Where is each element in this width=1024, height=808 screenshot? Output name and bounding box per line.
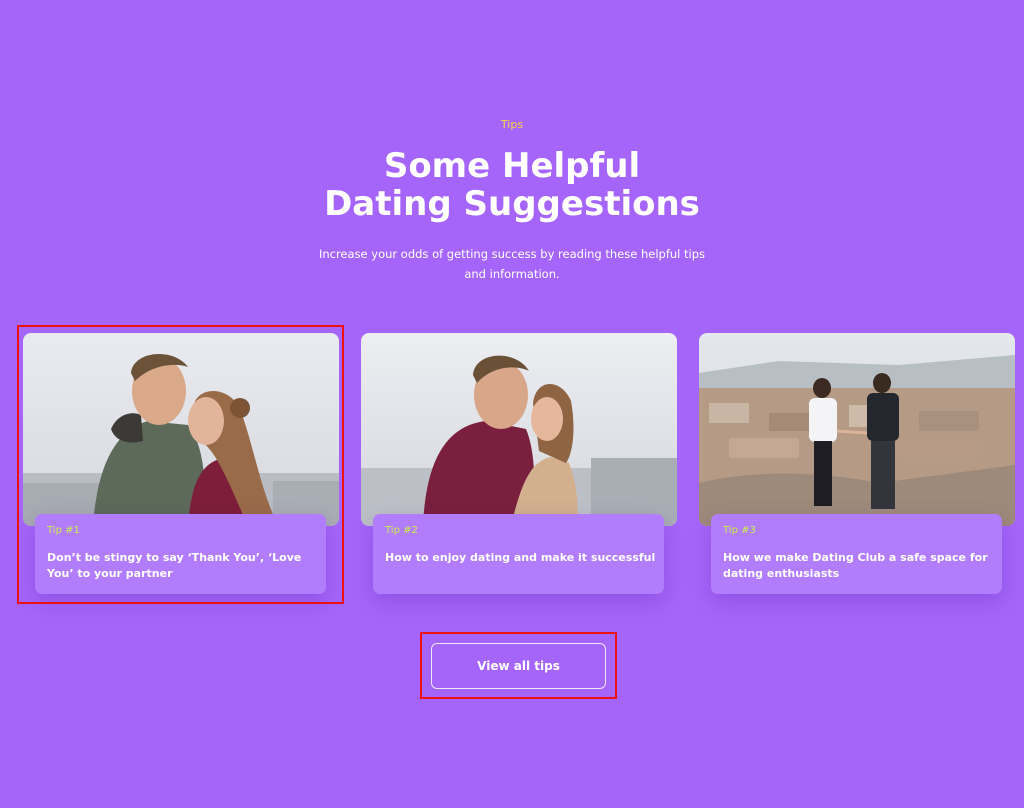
tip-1-photo	[23, 333, 339, 526]
tip-2-title[interactable]: How to enjoy dating and make it successf…	[385, 550, 657, 566]
tip-1-title[interactable]: Don’t be stingy to say ‘Thank You’, ‘Lov…	[47, 550, 319, 582]
tip-card-2[interactable]: Tip #2 How to enjoy dating and make it s…	[361, 333, 677, 598]
tip-1-number: Tip #1	[47, 525, 80, 536]
tip-1-info: Tip #1 Don’t be stingy to say ‘Thank You…	[35, 514, 326, 594]
tip-card-3[interactable]: Tip #3 How we make Dating Club a safe sp…	[699, 333, 1015, 598]
view-all-tips-button[interactable]: View all tips	[431, 643, 606, 689]
section-eyebrow: Tips	[500, 118, 524, 131]
tip-3-title[interactable]: How we make Dating Club a safe space for…	[723, 550, 995, 582]
tip-3-photo	[699, 333, 1015, 526]
tip-3-info: Tip #3 How we make Dating Club a safe sp…	[711, 514, 1002, 594]
section-title-line-2: Dating Suggestions	[324, 184, 700, 224]
section-subtitle: Increase your odds of getting success by…	[318, 247, 706, 281]
tip-2-info: Tip #2 How to enjoy dating and make it s…	[373, 514, 664, 594]
section-title: Some Helpful Dating Suggestions	[0, 147, 1024, 223]
tip-2-number: Tip #2	[385, 525, 418, 536]
tip-3-number: Tip #3	[723, 525, 756, 536]
section-title-line-1: Some Helpful	[383, 146, 641, 186]
tip-card-1[interactable]: Tip #1 Don’t be stingy to say ‘Thank You…	[23, 333, 339, 598]
tip-2-photo	[361, 333, 677, 526]
